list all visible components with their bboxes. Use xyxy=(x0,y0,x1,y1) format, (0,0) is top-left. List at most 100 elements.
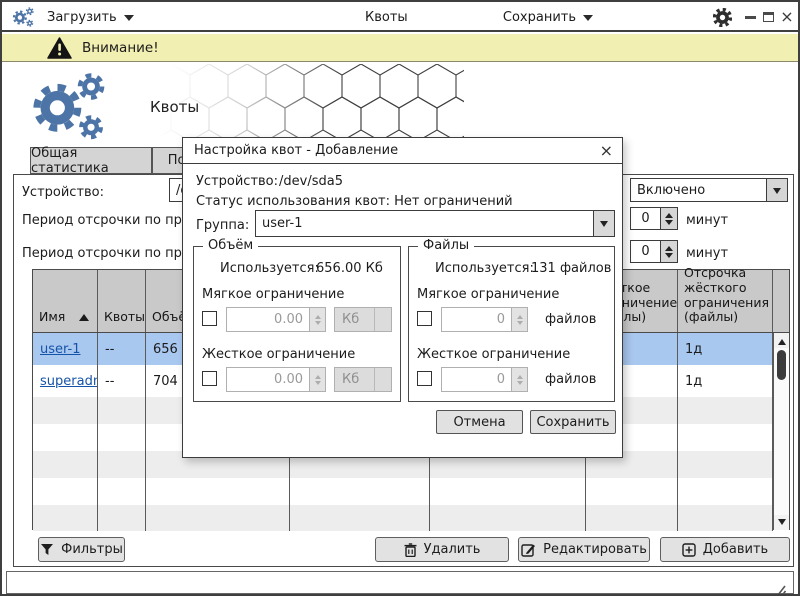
cancel-button[interactable]: Отмена xyxy=(436,410,523,434)
dialog-title-bar: Настройка квот - Добавление × xyxy=(183,138,622,164)
empty-table-row xyxy=(33,478,773,505)
volume-hard-limit-checkbox[interactable] xyxy=(202,371,217,386)
files-group: Файлы Используется: 131 файлов Мягкое ог… xyxy=(408,238,615,402)
files-used-label: Используется: xyxy=(435,261,534,276)
load-menu[interactable]: Загрузить xyxy=(47,2,134,32)
title-bar: Загрузить Квоты Сохранить × xyxy=(2,2,798,32)
app-gears-icon xyxy=(10,2,36,32)
settings-gear-icon[interactable] xyxy=(713,2,732,32)
volume-soft-limit-label: Мягкое ограничение xyxy=(202,287,345,302)
add-button[interactable]: Добавить xyxy=(660,537,790,562)
quota-dialog: Настройка квот - Добавление × Устройство… xyxy=(182,137,623,458)
table-cell: -- xyxy=(98,333,146,365)
table-cell xyxy=(430,505,586,531)
table-cell xyxy=(98,424,146,451)
table-cell xyxy=(290,505,430,531)
column-header-label: Имя xyxy=(39,309,66,325)
table-cell xyxy=(33,478,98,505)
table-cell xyxy=(586,478,678,505)
table-cell xyxy=(678,397,773,424)
chevron-down-icon xyxy=(766,179,787,201)
dialog-status-text: Статус использования квот: Нет ограничен… xyxy=(196,194,513,209)
grace-period-1-unit: минут xyxy=(686,213,729,228)
user-link[interactable]: superadmin xyxy=(40,374,97,389)
funnel-icon xyxy=(41,544,54,555)
spinner-arrows-icon[interactable] xyxy=(660,207,678,230)
plus-icon xyxy=(682,542,696,557)
column-header-6[interactable]: Отсрочка жёсткого ограничения (файлы) xyxy=(678,265,773,332)
spinner-arrows-icon[interactable] xyxy=(660,240,678,263)
table-cell: 1д xyxy=(678,365,773,397)
trash-icon xyxy=(404,542,417,557)
files-soft-limit-checkbox[interactable] xyxy=(417,311,432,326)
maximize-button[interactable] xyxy=(758,2,778,32)
save-menu-label: Сохранить xyxy=(502,9,576,25)
empty-table-row xyxy=(33,505,773,531)
table-cell xyxy=(33,505,98,531)
dialog-title: Настройка квот - Добавление xyxy=(194,143,399,158)
minimize-button[interactable] xyxy=(740,2,760,32)
column-header-label: Квоты xyxy=(104,309,146,325)
save-menu[interactable]: Сохранить xyxy=(503,2,593,32)
column-header-1[interactable]: Квоты xyxy=(98,270,146,332)
table-cell xyxy=(98,397,146,424)
page-title: Квоты xyxy=(150,98,200,116)
spinner-arrows-icon xyxy=(511,367,528,392)
table-cell xyxy=(33,424,98,451)
table-cell xyxy=(678,505,773,531)
warning-bar: Внимание! xyxy=(2,34,798,62)
grace-period-2-spinner[interactable]: 0 xyxy=(630,240,678,263)
vertical-scrollbar[interactable] xyxy=(773,333,789,530)
table-cell[interactable]: user-1 xyxy=(33,333,98,365)
volume-soft-limit-spinner: 0.00 xyxy=(226,307,326,332)
column-header-label: Отсрочка жёсткого ограничения (файлы) xyxy=(684,265,769,325)
dialog-close-icon[interactable]: × xyxy=(600,141,613,160)
quota-status-select[interactable]: Включено xyxy=(630,178,788,202)
volume-group: Объём Используется: 656.00 Кб Мягкое огр… xyxy=(193,238,401,402)
files-hard-limit-checkbox[interactable] xyxy=(417,371,432,386)
save-button[interactable]: Сохранить xyxy=(530,410,616,434)
table-cell xyxy=(98,478,146,505)
user-link[interactable]: user-1 xyxy=(40,342,81,357)
chevron-down-icon xyxy=(583,14,593,26)
group-select[interactable]: user-1 xyxy=(255,210,615,237)
table-cell xyxy=(586,505,678,531)
device-label: Устройство: xyxy=(22,185,105,200)
files-used-value: 131 файлов xyxy=(531,261,612,276)
header-filler xyxy=(773,270,789,332)
window-title: Квоты xyxy=(365,9,408,25)
table-cell: -- xyxy=(98,365,146,397)
table-cell xyxy=(146,505,290,531)
close-button[interactable]: × xyxy=(777,2,797,32)
table-cell: 1д xyxy=(678,333,773,365)
volume-hard-limit-label: Жесткое ограничение xyxy=(202,347,356,362)
chevron-down-icon xyxy=(123,14,134,26)
table-cell xyxy=(678,424,773,451)
chevron-down-icon xyxy=(593,211,614,236)
column-header-0[interactable]: Имя xyxy=(33,270,98,332)
edit-button[interactable]: Редактировать xyxy=(518,537,650,562)
volume-group-legend: Объём xyxy=(203,238,259,253)
filters-button[interactable]: Фильтры xyxy=(38,537,125,562)
table-cell xyxy=(146,478,290,505)
scrollbar-thumb[interactable] xyxy=(777,350,786,380)
volume-soft-limit-checkbox[interactable] xyxy=(202,311,217,326)
table-cell xyxy=(33,451,98,478)
table-cell xyxy=(678,478,773,505)
resize-grip-icon[interactable] xyxy=(773,585,787,594)
scroll-up-icon[interactable] xyxy=(774,333,789,348)
table-cell xyxy=(430,478,586,505)
files-soft-limit-label: Мягкое ограничение xyxy=(417,287,560,302)
scroll-down-icon[interactable] xyxy=(774,515,789,530)
dialog-device-value: /dev/sda5 xyxy=(279,174,343,189)
grace-period-2-unit: минут xyxy=(686,246,729,261)
table-cell[interactable]: superadmin xyxy=(33,365,98,397)
tab-general-statistics[interactable]: Общая статистика xyxy=(30,146,152,176)
table-cell xyxy=(678,451,773,478)
table-cell xyxy=(98,505,146,531)
spinner-arrows-icon xyxy=(511,307,528,332)
delete-button[interactable]: Удалить xyxy=(375,537,509,562)
sort-ascending-icon xyxy=(79,309,89,321)
volume-hard-limit-spinner: 0.00 xyxy=(226,367,326,392)
grace-period-1-spinner[interactable]: 0 xyxy=(630,207,678,230)
